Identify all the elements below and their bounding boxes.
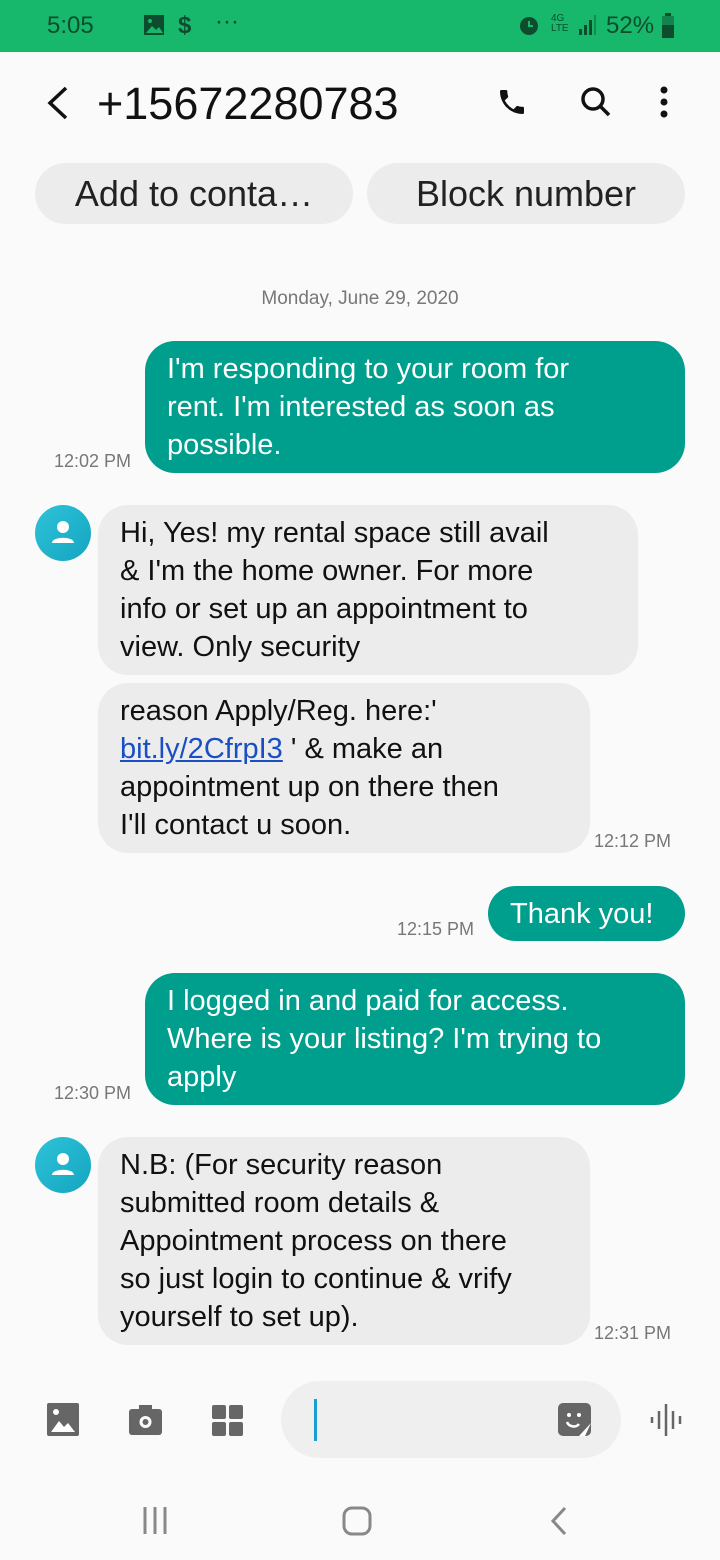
message-bubble-received[interactable]: N.B: (For security reason submitted room… [98, 1137, 590, 1345]
message-bubble-sent[interactable]: I logged in and paid for access. Where i… [145, 973, 685, 1105]
signal-icon [578, 14, 598, 43]
more-icon: ··· [215, 8, 239, 35]
more-vert-icon[interactable] [658, 86, 670, 118]
home-icon[interactable] [342, 1506, 372, 1536]
sticker-icon[interactable] [558, 1403, 591, 1436]
image-icon [143, 14, 165, 43]
message-bubble-received[interactable]: Hi, Yes! my rental space still avail & I… [98, 505, 638, 675]
dollar-icon: $ [178, 12, 192, 39]
message-text: reason Apply/Reg. here:' [120, 695, 437, 727]
camera-icon[interactable] [129, 1405, 162, 1435]
message-input[interactable] [281, 1381, 621, 1458]
date-separator: Monday, June 29, 2020 [261, 288, 459, 309]
battery-text: 52% [606, 12, 655, 39]
voice-icon[interactable] [650, 1404, 684, 1436]
search-icon[interactable] [580, 86, 612, 118]
recents-icon[interactable] [142, 1507, 169, 1534]
message-bubble-sent[interactable]: I'm responding to your room for rent. I'… [145, 341, 685, 473]
message-time: 12:02 PM [54, 451, 132, 471]
alarm-icon [517, 13, 541, 44]
phone-icon[interactable] [496, 86, 528, 118]
gallery-icon[interactable] [47, 1403, 79, 1436]
status-bar: 5:05 $ ··· 4G LTE 52% [0, 0, 720, 52]
apps-icon[interactable] [212, 1405, 243, 1436]
back-nav-icon[interactable] [550, 1507, 568, 1535]
add-to-contacts-button[interactable]: Add to conta… [35, 163, 353, 224]
status-time: 5:05 [47, 12, 94, 39]
avatar[interactable] [35, 1137, 91, 1193]
contact-title: +15672280783 [97, 78, 399, 129]
block-number-button[interactable]: Block number [367, 163, 685, 224]
message-time: 12:15 PM [397, 919, 475, 939]
message-time: 12:12 PM [594, 831, 672, 851]
lte-icon: 4G LTE [551, 13, 569, 34]
battery-icon [662, 13, 674, 45]
back-icon[interactable] [44, 86, 70, 120]
message-bubble-sent[interactable]: Thank you! [488, 886, 685, 941]
avatar[interactable] [35, 505, 91, 561]
message-link[interactable]: bit.ly/2CfrpI3 [120, 733, 283, 765]
text-cursor [314, 1399, 317, 1441]
message-time: 12:31 PM [594, 1323, 672, 1343]
message-time: 12:30 PM [54, 1083, 132, 1103]
message-bubble-received[interactable]: reason Apply/Reg. here:' bit.ly/2CfrpI3 … [98, 683, 590, 853]
